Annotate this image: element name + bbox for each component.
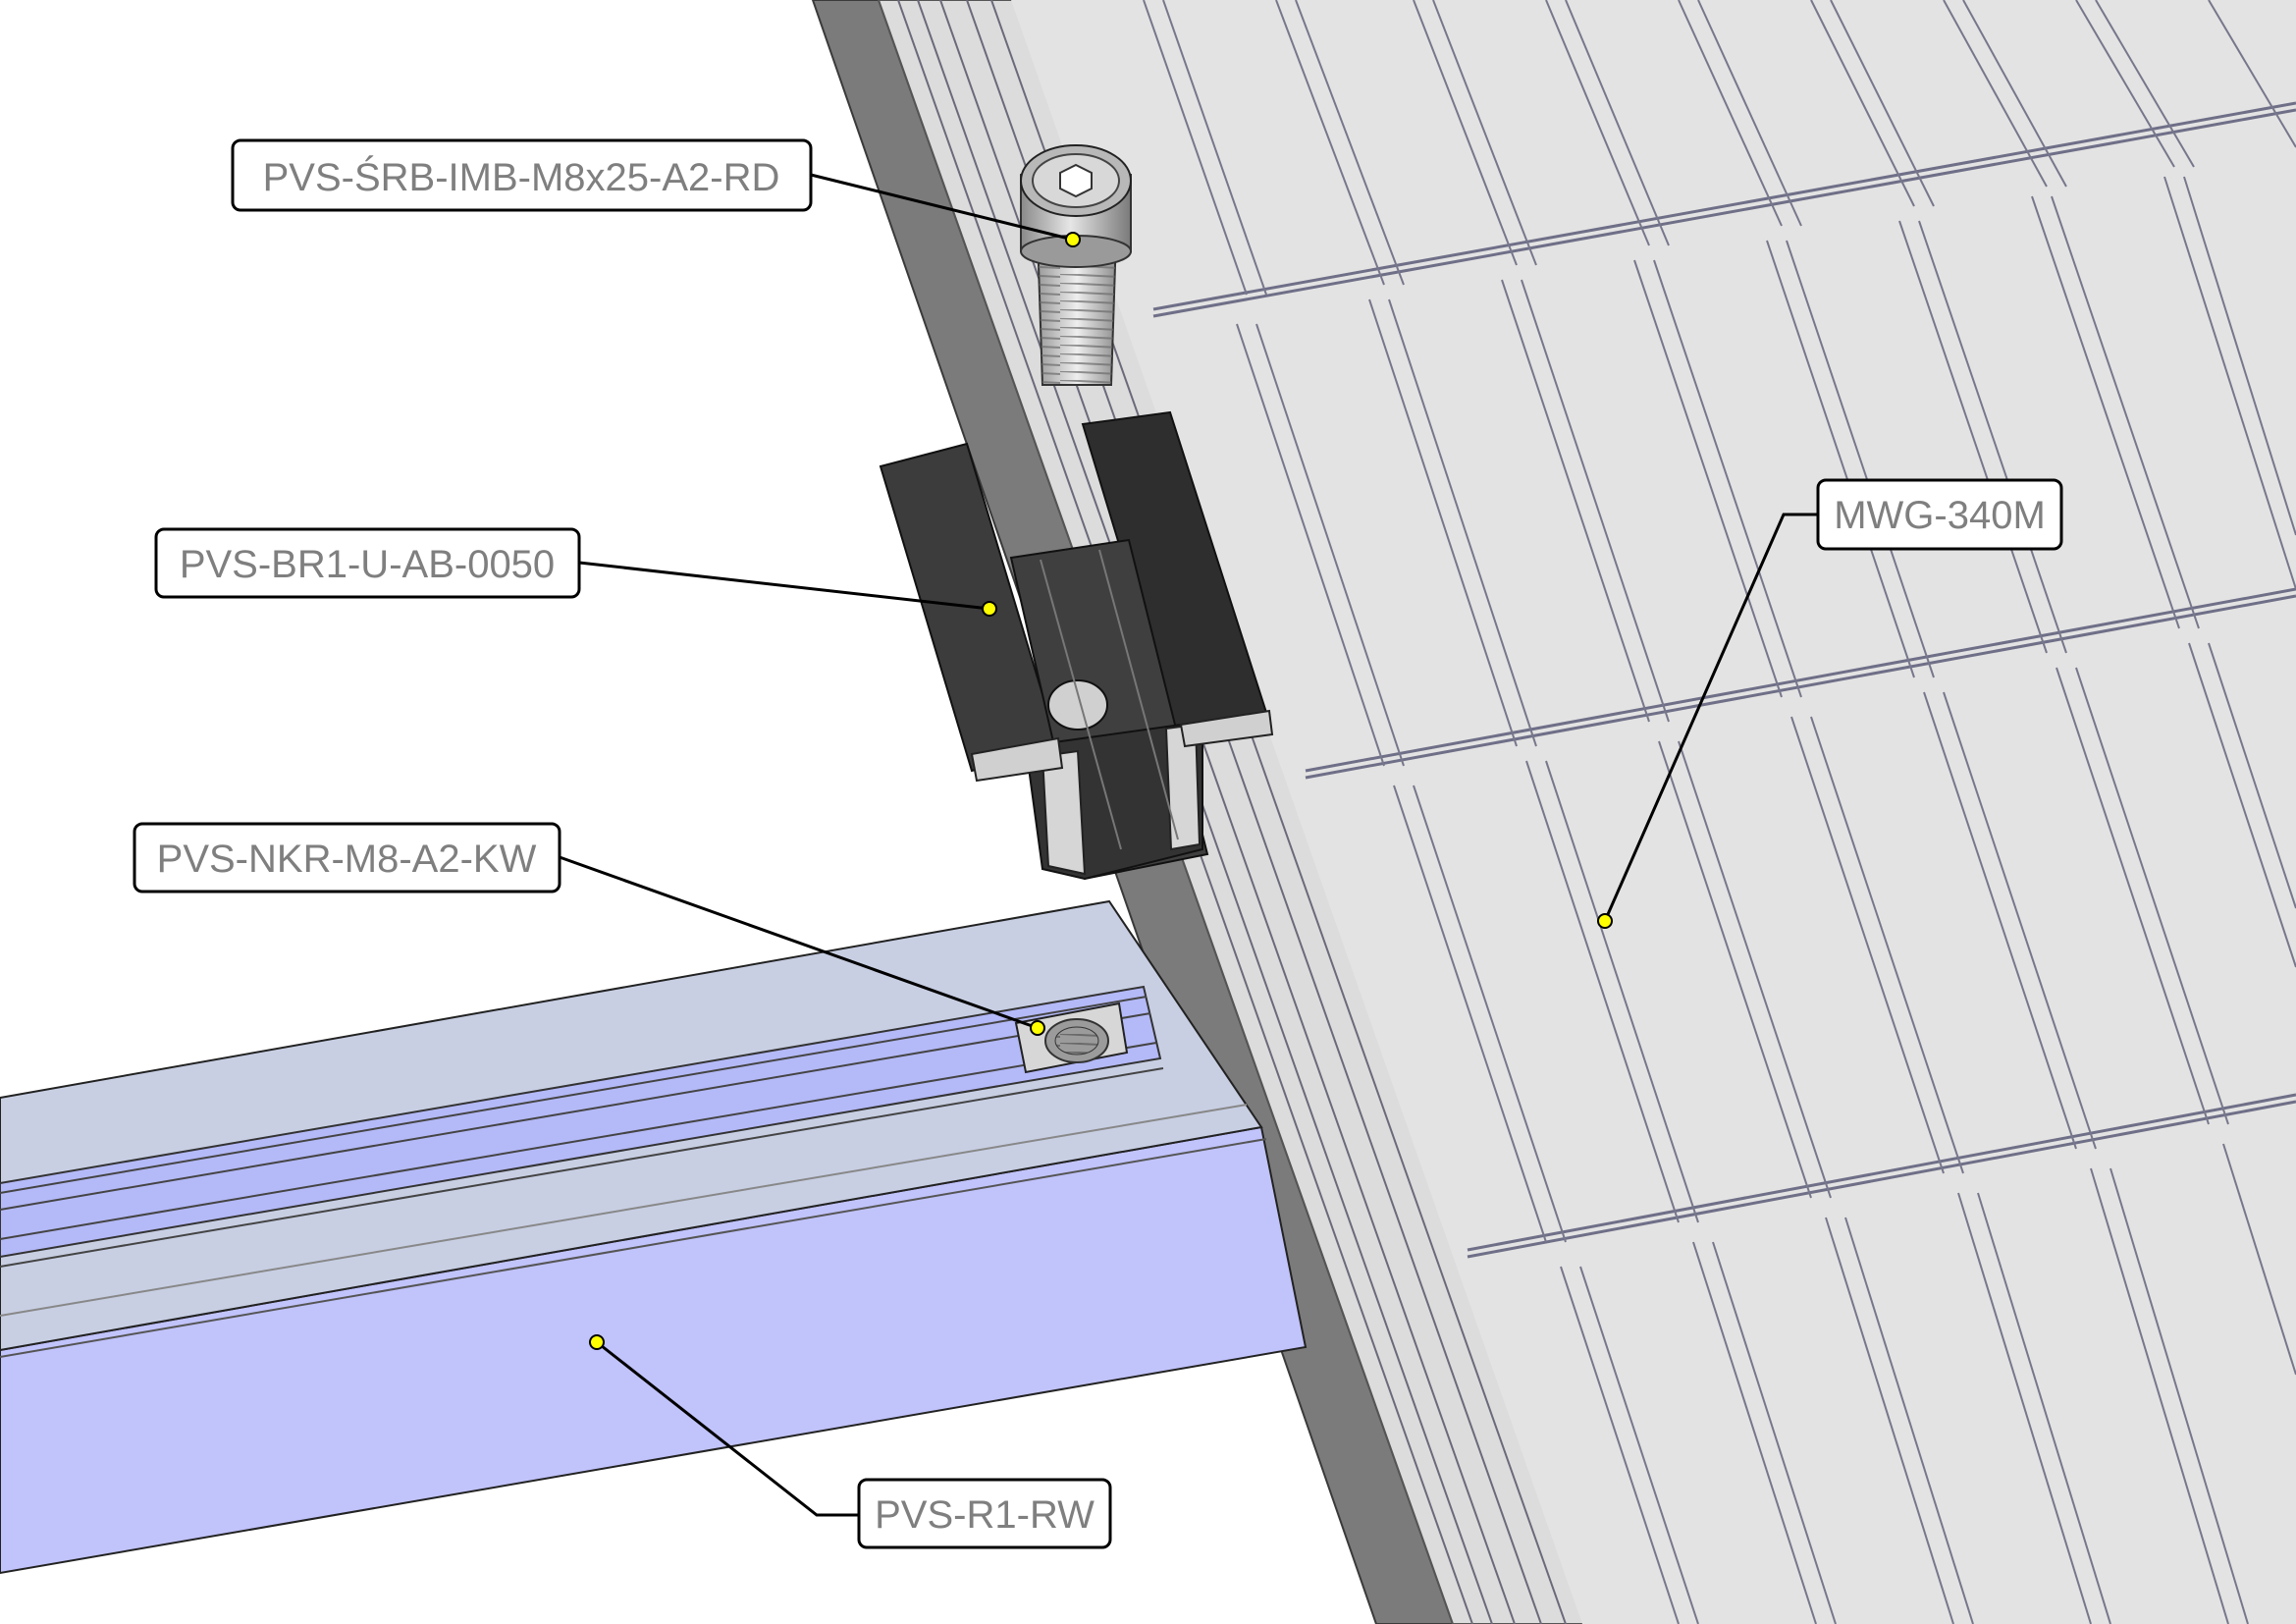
callout-clamp: PVS-BR1-U-AB-0050	[154, 527, 997, 617]
mounting-rail	[0, 899, 1308, 1575]
bolt-hex-socket	[1059, 163, 1093, 198]
assembly-diagram: PVS-ŚRB-IMB-M8x25-A2-RD PVS-BR1-U-AB-005…	[0, 0, 2296, 1624]
callout-label-clamp: PVS-BR1-U-AB-0050	[180, 543, 555, 586]
callout-label-nut: PVS-NKR-M8-A2-KW	[157, 838, 537, 881]
callout-label-module: MWG-340M	[1834, 494, 2046, 537]
clamp-hole	[1047, 679, 1108, 731]
callout-label-rail: PVS-R1-RW	[875, 1493, 1095, 1537]
callout-label-bolt: PVS-ŚRB-IMB-M8x25-A2-RD	[263, 154, 780, 199]
